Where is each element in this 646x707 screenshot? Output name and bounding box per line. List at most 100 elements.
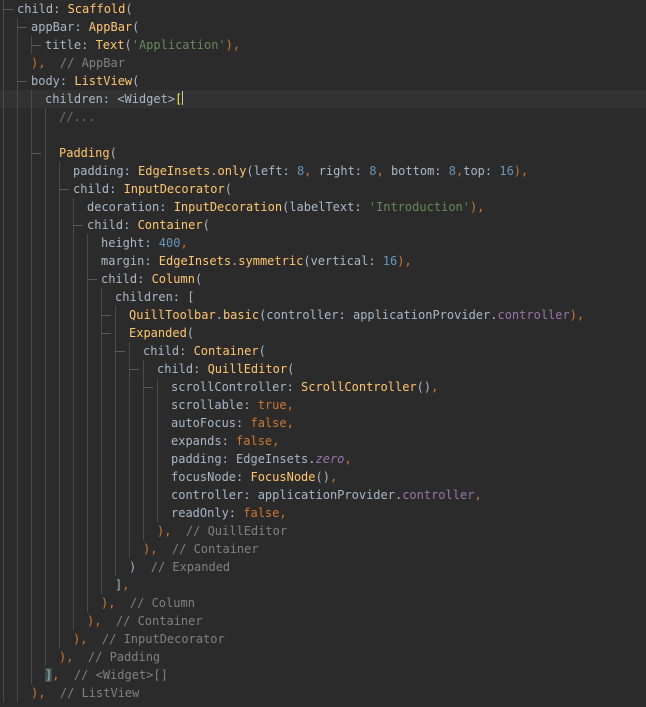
code-text: margin: EdgeInsets.symmetric(vertical: 1… [101,252,412,270]
code-line[interactable]: ), // AppBar [0,54,646,72]
code-line[interactable]: decoration: InputDecoration(labelText: '… [0,198,646,216]
code-line[interactable]: child: Container( [0,342,646,360]
indent-guide [129,468,130,486]
code-line[interactable]: ), // QuillEditor [0,522,646,540]
indent-guide [3,612,4,630]
code-text: ), // QuillEditor [157,522,287,540]
indent-guide [3,360,4,378]
code-editor[interactable]: child: Scaffold(appBar: AppBar(title: Te… [0,0,646,707]
code-token: // Padding [87,650,161,664]
code-line[interactable]: children: <Widget>[ [0,90,646,108]
indent-guide [3,72,4,90]
code-line[interactable]: child: Scaffold( [0,0,646,18]
indent-guide [31,414,32,432]
code-line[interactable]: padding: EdgeInsets.only(left: 8, right:… [0,162,646,180]
code-line[interactable]: expands: false, [0,432,646,450]
code-line[interactable]: Expanded( [0,324,646,342]
indent-guide [45,162,46,180]
indent-guide [3,216,4,234]
code-line[interactable]: child: QuillEditor( [0,360,646,378]
indent-guide [73,576,74,594]
code-token: ), [101,596,116,610]
code-token: // Column [129,596,195,610]
indent-guide [87,288,88,306]
code-token: ( [132,74,140,88]
code-line[interactable]: controller: applicationProvider.controll… [0,486,646,504]
code-line[interactable]: child: Container( [0,216,646,234]
code-token: ), [157,524,172,538]
indent-guide [31,180,32,198]
code-text: autoFocus: false, [171,414,294,432]
code-line[interactable]: child: InputDecorator( [0,180,646,198]
indent-guide [45,252,46,270]
indent-guide [73,378,74,396]
code-line[interactable]: body: ListView( [0,72,646,90]
indent-guide [87,378,88,396]
indent-guide [45,396,46,414]
code-token: ), [397,254,412,268]
code-line[interactable]: children: [ [0,288,646,306]
code-token: QuillToolbar [129,308,216,322]
code-text: ), // Container [143,540,259,558]
code-line[interactable]: ], [0,576,646,594]
code-line[interactable]: padding: EdgeInsets.zero, [0,450,646,468]
code-token: top: [463,164,500,178]
code-line[interactable]: ), // Container [0,612,646,630]
code-line[interactable]: ), // InputDecorator [0,630,646,648]
code-line[interactable]: ], // <Widget>[] [0,666,646,684]
code-line[interactable]: ) // Expanded [0,558,646,576]
indent-guide [101,396,102,414]
indent-guide [59,252,60,270]
indent-guide [157,450,158,468]
indent-guide [17,630,18,648]
indent-guide [59,630,60,648]
code-line[interactable]: autoFocus: false, [0,414,646,432]
code-line[interactable]: ), // ListView [0,684,646,702]
fold-guide [101,315,111,316]
indent-guide [17,342,18,360]
code-line[interactable]: margin: EdgeInsets.symmetric(vertical: 1… [0,252,646,270]
indent-guide [129,432,130,450]
code-line[interactable]: title: Text('Application'), [0,36,646,54]
indent-guide [115,558,116,576]
indent-guide [31,558,32,576]
indent-guide [87,396,88,414]
code-line[interactable]: ), // Container [0,540,646,558]
code-line[interactable]: scrollable: true, [0,396,646,414]
code-line[interactable]: focusNode: FocusNode(), [0,468,646,486]
code-line[interactable]: child: Column( [0,270,646,288]
code-text: //... [59,108,95,126]
code-token: Container [137,218,203,232]
code-line[interactable]: scrollController: ScrollController(), [0,378,646,396]
code-line[interactable] [0,126,646,144]
code-token: child: [143,344,194,358]
indent-guide [45,648,46,666]
code-line[interactable]: ), // Column [0,594,646,612]
indent-guide [73,522,74,540]
indent-guide [31,612,32,630]
indent-guide [115,522,116,540]
indent-guide [73,558,74,576]
code-line[interactable]: //... [0,108,646,126]
code-token: false, [236,434,280,448]
code-line[interactable]: ), // Padding [0,648,646,666]
indent-guide [101,414,102,432]
indent-guide [101,450,102,468]
indent-guide [3,648,4,666]
code-token: child: [87,218,138,232]
code-line[interactable]: height: 400, [0,234,646,252]
code-line[interactable]: appBar: AppBar( [0,18,646,36]
code-line[interactable]: QuillToolbar.basic(controller: applicati… [0,306,646,324]
code-text: child: InputDecorator( [73,180,232,198]
code-token: 8 [369,164,377,178]
code-line[interactable]: readOnly: false, [0,504,646,522]
indent-guide [17,522,18,540]
indent-guide [45,324,46,342]
indent-guide [101,378,102,396]
indent-guide [31,504,32,522]
indent-guide [3,342,4,360]
code-line[interactable]: Padding( [0,144,646,162]
indent-guide [45,612,46,630]
